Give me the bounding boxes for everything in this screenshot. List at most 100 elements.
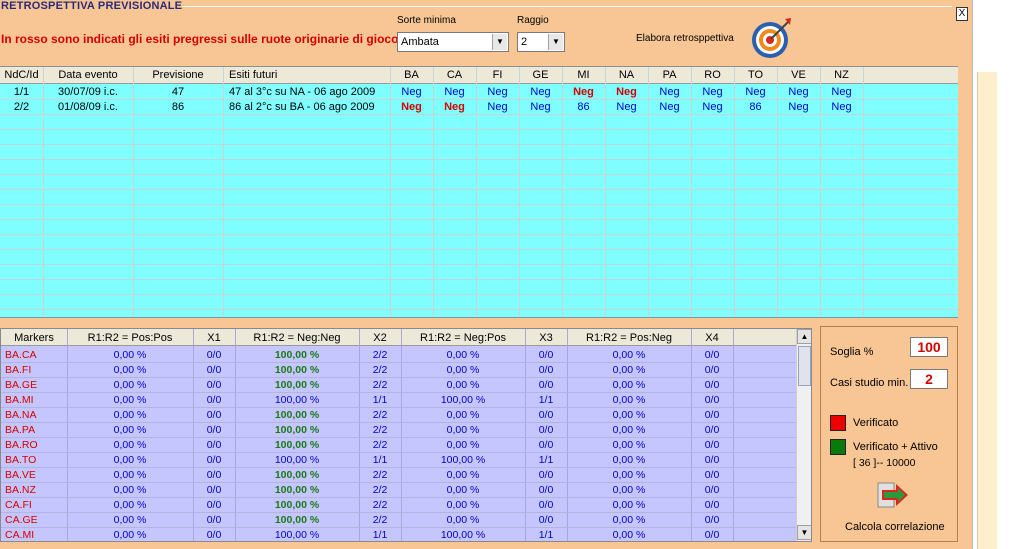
correlation-cell[interactable]: 0,00 % xyxy=(401,499,525,511)
results-cell-wheel[interactable]: Neg xyxy=(605,86,648,98)
correlation-cell[interactable]: 0/0 xyxy=(691,514,733,526)
marker-cell[interactable]: BA.VE xyxy=(5,469,71,481)
results-cell-wheel[interactable]: Neg xyxy=(820,86,863,98)
results-cell-data[interactable]: 01/08/09 i.c. xyxy=(43,101,133,113)
correlation-cell[interactable]: 1/1 xyxy=(525,529,567,541)
col-header-posneg[interactable]: R1:R2 = Pos:Neg xyxy=(567,332,691,344)
correlation-cell[interactable]: 2/2 xyxy=(359,469,401,481)
results-cell-wheel[interactable]: Neg xyxy=(648,86,691,98)
correlation-cell[interactable]: 0/0 xyxy=(525,424,567,436)
correlation-cell[interactable]: 0,00 % xyxy=(67,409,193,421)
correlation-cell[interactable]: 0,00 % xyxy=(567,424,691,436)
results-cell-wheel[interactable]: Neg xyxy=(390,86,433,98)
correlation-cell[interactable]: 0/0 xyxy=(691,529,733,541)
correlation-cell[interactable]: 0/0 xyxy=(691,364,733,376)
marker-cell[interactable]: BA.PA xyxy=(5,424,71,436)
correlation-cell[interactable]: 0,00 % xyxy=(567,469,691,481)
col-header-x4[interactable]: X4 xyxy=(691,332,733,344)
correlation-cell[interactable]: 0,00 % xyxy=(401,484,525,496)
scroll-up-icon[interactable]: ▲ xyxy=(797,329,811,344)
correlation-cell[interactable]: 0/0 xyxy=(525,469,567,481)
correlation-cell[interactable]: 0,00 % xyxy=(567,484,691,496)
results-cell-wheel[interactable]: Neg xyxy=(820,101,863,113)
correlation-cell[interactable]: 100,00 % xyxy=(401,529,525,541)
col-header-pospos[interactable]: R1:R2 = Pos:Pos xyxy=(67,332,193,344)
results-cell-wheel[interactable]: Neg xyxy=(734,86,777,98)
correlation-cell[interactable]: 0,00 % xyxy=(67,454,193,466)
correlation-cell[interactable]: 0,00 % xyxy=(401,514,525,526)
results-cell-wheel[interactable]: Neg xyxy=(519,86,562,98)
correlation-cell[interactable]: 0/0 xyxy=(525,349,567,361)
correlation-cell[interactable]: 0,00 % xyxy=(67,469,193,481)
correlation-cell[interactable]: 0,00 % xyxy=(401,439,525,451)
correlation-cell[interactable]: 0,00 % xyxy=(67,364,193,376)
correlation-cell[interactable]: 0/0 xyxy=(193,394,235,406)
correlation-cell[interactable]: 0/0 xyxy=(193,469,235,481)
col-header-ndc[interactable]: NdC/Id xyxy=(0,69,43,81)
results-cell-ndc[interactable]: 1/1 xyxy=(0,86,43,98)
correlation-scrollbar[interactable]: ▲ ▼ xyxy=(796,329,811,541)
marker-cell[interactable]: BA.NA xyxy=(5,409,71,421)
correlation-cell[interactable]: 0/0 xyxy=(525,379,567,391)
results-cell-wheel[interactable]: Neg xyxy=(691,101,734,113)
col-header-esiti[interactable]: Esiti futuri xyxy=(223,69,390,81)
marker-cell[interactable]: CA.FI xyxy=(5,499,71,511)
correlation-cell[interactable]: 2/2 xyxy=(359,439,401,451)
results-cell-wheel[interactable]: Neg xyxy=(777,86,820,98)
results-cell-wheel[interactable]: Neg xyxy=(691,86,734,98)
col-header-fi[interactable]: FI xyxy=(476,69,519,81)
correlation-cell[interactable]: 0/0 xyxy=(193,439,235,451)
correlation-cell[interactable]: 0/0 xyxy=(193,499,235,511)
correlation-cell[interactable]: 100,00 % xyxy=(235,454,359,466)
correlation-cell[interactable]: 100,00 % xyxy=(401,394,525,406)
results-cell-wheel[interactable]: Neg xyxy=(433,101,476,113)
correlation-cell[interactable]: 100,00 % xyxy=(235,439,359,451)
correlation-cell[interactable]: 0,00 % xyxy=(567,379,691,391)
correlation-cell[interactable]: 2/2 xyxy=(359,409,401,421)
correlation-cell[interactable]: 0/0 xyxy=(525,514,567,526)
col-header-negneg[interactable]: R1:R2 = Neg:Neg xyxy=(235,332,359,344)
correlation-cell[interactable]: 100,00 % xyxy=(235,379,359,391)
casi-input[interactable]: 2 xyxy=(910,369,948,389)
results-cell-esiti[interactable]: 86 al 2°c su BA - 06 ago 2009 xyxy=(229,101,396,113)
col-header-ge[interactable]: GE xyxy=(519,69,562,81)
chevron-down-icon[interactable]: ▼ xyxy=(492,34,507,50)
results-cell-esiti[interactable]: 47 al 3°c su NA - 06 ago 2009 xyxy=(229,86,396,98)
correlation-cell[interactable]: 0/0 xyxy=(193,514,235,526)
correlation-cell[interactable]: 0,00 % xyxy=(67,529,193,541)
arrow-right-icon[interactable] xyxy=(876,481,910,509)
col-header-data[interactable]: Data evento xyxy=(43,69,133,81)
correlation-cell[interactable]: 1/1 xyxy=(525,454,567,466)
results-cell-wheel[interactable]: Neg xyxy=(648,101,691,113)
results-cell-wheel[interactable]: Neg xyxy=(562,86,605,98)
correlation-cell[interactable]: 0,00 % xyxy=(567,409,691,421)
correlation-cell[interactable]: 100,00 % xyxy=(401,454,525,466)
correlation-cell[interactable]: 0/0 xyxy=(691,409,733,421)
correlation-cell[interactable]: 0/0 xyxy=(193,484,235,496)
col-header-ve[interactable]: VE xyxy=(777,69,820,81)
correlation-cell[interactable]: 0,00 % xyxy=(567,364,691,376)
correlation-cell[interactable]: 100,00 % xyxy=(235,499,359,511)
results-cell-wheel[interactable]: Neg xyxy=(519,101,562,113)
correlation-cell[interactable]: 0/0 xyxy=(691,469,733,481)
sorte-select[interactable]: Ambata ▼ xyxy=(397,32,509,52)
col-header-markers[interactable]: Markers xyxy=(1,332,67,344)
marker-cell[interactable]: BA.RO xyxy=(5,439,71,451)
correlation-cell[interactable]: 0,00 % xyxy=(67,394,193,406)
marker-cell[interactable]: BA.TO xyxy=(5,454,71,466)
marker-cell[interactable]: BA.NZ xyxy=(5,484,71,496)
correlation-cell[interactable]: 100,00 % xyxy=(235,514,359,526)
results-cell-data[interactable]: 30/07/09 i.c. xyxy=(43,86,133,98)
marker-cell[interactable]: BA.CA xyxy=(5,349,71,361)
correlation-cell[interactable]: 0,00 % xyxy=(67,349,193,361)
correlation-cell[interactable]: 0,00 % xyxy=(401,379,525,391)
correlation-cell[interactable]: 1/1 xyxy=(359,454,401,466)
correlation-cell[interactable]: 0/0 xyxy=(525,439,567,451)
close-button[interactable]: X xyxy=(956,7,968,21)
chevron-down-icon[interactable]: ▼ xyxy=(548,34,563,50)
col-header-ro[interactable]: RO xyxy=(691,69,734,81)
raggio-select[interactable]: 2 ▼ xyxy=(517,32,565,52)
correlation-cell[interactable]: 0/0 xyxy=(193,529,235,541)
correlation-cell[interactable]: 2/2 xyxy=(359,349,401,361)
correlation-cell[interactable]: 0/0 xyxy=(193,364,235,376)
